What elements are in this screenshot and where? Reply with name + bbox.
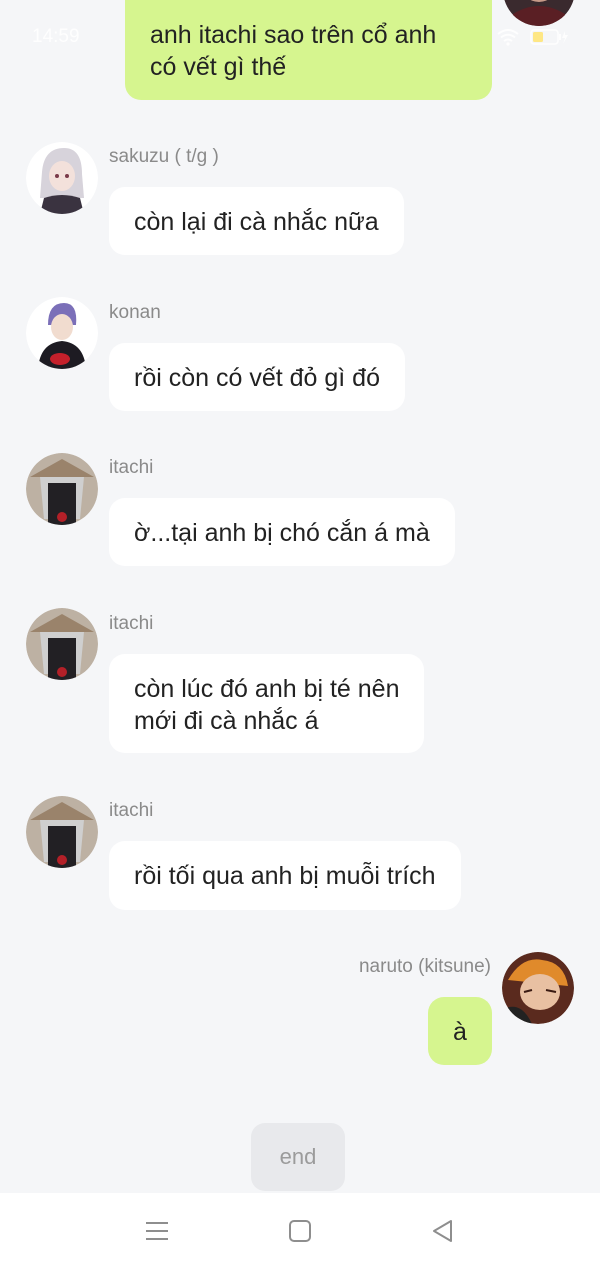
menu-icon[interactable] bbox=[143, 1217, 171, 1245]
status-bar: 14:59 bbox=[0, 22, 600, 54]
message-bubble[interactable]: rồi còn có vết đỏ gì đó bbox=[109, 343, 405, 411]
message-text-line: ờ...tại anh bị chó cắn á mà bbox=[134, 519, 430, 547]
message-text-line: còn lại đi cà nhắc nữa bbox=[134, 208, 379, 236]
system-nav-bar bbox=[0, 1193, 600, 1267]
home-square-icon[interactable] bbox=[286, 1217, 314, 1245]
message-text-line: rồi còn có vết đỏ gì đó bbox=[134, 364, 380, 392]
message-text-line: có vết gì thế bbox=[150, 53, 287, 81]
sent-message-bubble[interactable]: à bbox=[428, 997, 492, 1065]
avatar-itachi[interactable] bbox=[26, 796, 98, 868]
wifi-icon bbox=[496, 28, 520, 46]
battery-icon bbox=[530, 28, 570, 46]
sender-name: itachi bbox=[109, 800, 154, 821]
message-text-line: à bbox=[453, 1018, 467, 1046]
back-triangle-icon[interactable] bbox=[429, 1217, 457, 1245]
message-text-line: rồi tối qua anh bị muỗi trích bbox=[134, 862, 436, 890]
sender-name: itachi bbox=[109, 613, 154, 634]
avatar-naruto[interactable] bbox=[502, 952, 574, 1024]
avatar-itachi[interactable] bbox=[26, 608, 98, 680]
sender-name: itachi bbox=[109, 457, 154, 478]
message-text-line: còn lúc đó anh bị té nên bbox=[134, 675, 400, 703]
message-bubble[interactable]: rồi tối qua anh bị muỗi trích bbox=[109, 841, 461, 910]
avatar-konan[interactable] bbox=[26, 297, 98, 369]
end-button[interactable]: end bbox=[251, 1123, 345, 1191]
status-time: 14:59 bbox=[32, 26, 80, 47]
sender-name: konan bbox=[109, 302, 161, 323]
sender-name: sakuzu ( t/g ) bbox=[109, 146, 219, 167]
status-icons bbox=[496, 28, 570, 46]
message-bubble[interactable]: còn lại đi cà nhắc nữa bbox=[109, 187, 404, 255]
sender-name: naruto (kitsune) bbox=[358, 956, 491, 977]
message-bubble[interactable]: ờ...tại anh bị chó cắn á mà bbox=[109, 498, 455, 566]
message-bubble[interactable]: còn lúc đó anh bị té nên mới đi cà nhắc … bbox=[109, 654, 425, 753]
avatar-sakuzu[interactable] bbox=[26, 142, 98, 214]
message-text-line: mới đi cà nhắc á bbox=[134, 707, 319, 735]
chat-screen: 14:59 anh itachi sao trên cổ anh có vết … bbox=[0, 0, 600, 1267]
avatar-itachi[interactable] bbox=[26, 453, 98, 525]
